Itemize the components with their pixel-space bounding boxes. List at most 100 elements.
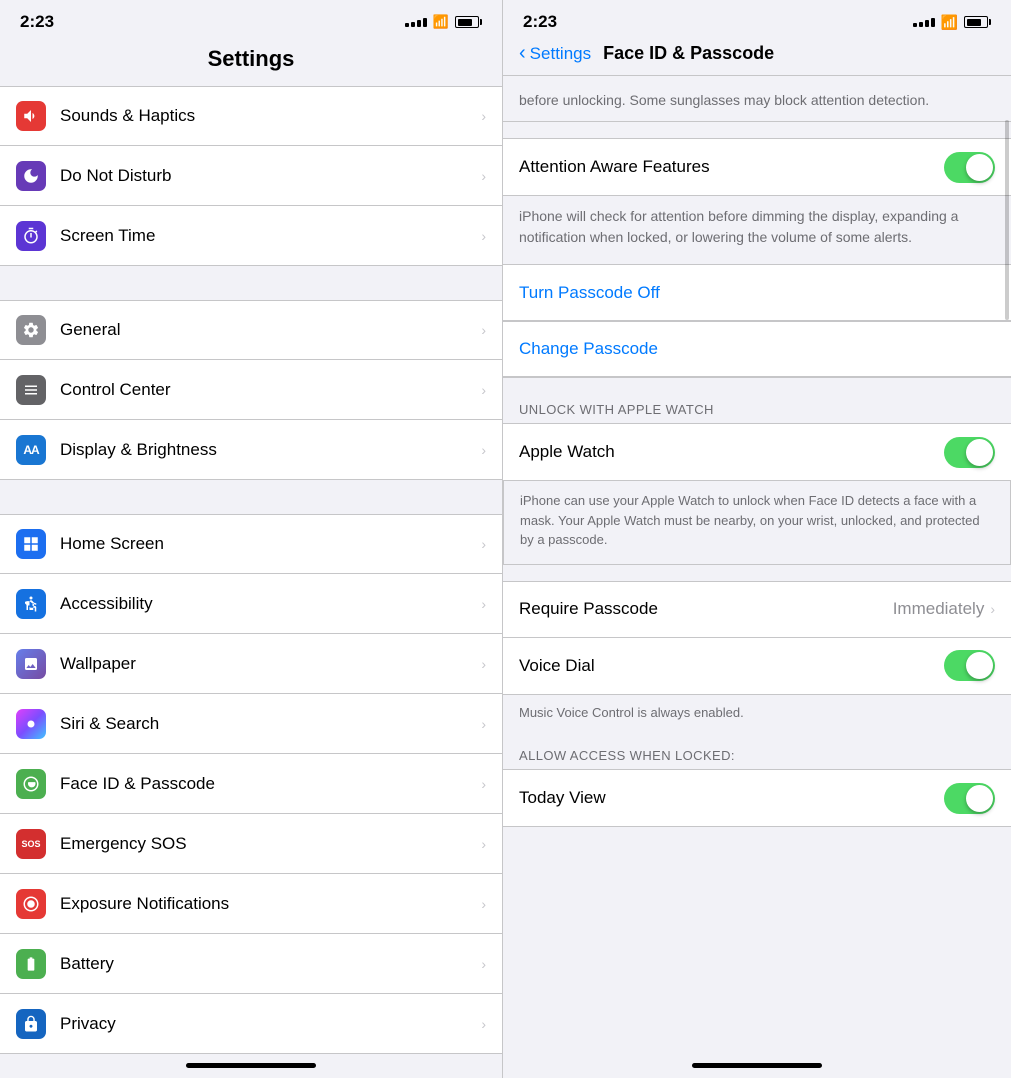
sidebar-item-screentime[interactable]: Screen Time ›	[0, 206, 502, 266]
attention-aware-toggle[interactable]	[944, 152, 995, 183]
general-chevron: ›	[481, 322, 486, 338]
sidebar-item-homescreen[interactable]: Home Screen ›	[0, 514, 502, 574]
turn-passcode-off-label: Turn Passcode Off	[519, 283, 660, 303]
apple-watch-toggle-thumb	[966, 439, 993, 466]
right-content: before unlocking. Some sunglasses may bl…	[503, 76, 1011, 1055]
gap-1	[0, 266, 502, 300]
sidebar-item-emergencysos[interactable]: SOS Emergency SOS ›	[0, 814, 502, 874]
sidebar-item-battery[interactable]: Battery ›	[0, 934, 502, 994]
sidebar-item-sounds[interactable]: Sounds & Haptics ›	[0, 86, 502, 146]
sidebar-item-accessibility[interactable]: Accessibility ›	[0, 574, 502, 634]
gap-2	[0, 480, 502, 514]
right-nav: ‹ Settings Face ID & Passcode	[503, 38, 1011, 76]
change-passcode-row[interactable]: Change Passcode	[503, 321, 1011, 377]
controlcenter-label: Control Center	[60, 380, 477, 400]
settings-section-3: Home Screen › Accessibility › Wallpaper …	[0, 514, 502, 1054]
controlcenter-icon	[16, 375, 46, 405]
battery-status-icon	[455, 16, 482, 28]
right-status-icons: 📶	[913, 14, 991, 31]
siri-icon	[16, 709, 46, 739]
sidebar-item-general[interactable]: General ›	[0, 300, 502, 360]
right-wifi-icon: 📶	[941, 14, 958, 31]
sounds-icon	[16, 101, 46, 131]
left-home-indicator	[186, 1063, 316, 1068]
dnd-label: Do Not Disturb	[60, 166, 477, 186]
back-chevron-icon: ‹	[519, 42, 526, 65]
faceid-chevron: ›	[481, 776, 486, 792]
voice-dial-toggle-thumb	[966, 652, 993, 679]
require-passcode-value: Immediately	[893, 599, 985, 619]
controlcenter-chevron: ›	[481, 382, 486, 398]
today-view-toggle[interactable]	[944, 783, 995, 814]
require-passcode-chevron: ›	[990, 601, 995, 617]
right-status-bar: 2:23 📶	[503, 0, 1011, 38]
screentime-icon	[16, 221, 46, 251]
right-panel: 2:23 📶 ‹ Settings Face ID & Passcode	[502, 0, 1011, 1078]
screentime-chevron: ›	[481, 228, 486, 244]
passcode-section: Turn Passcode Off Change Passcode	[503, 264, 1011, 378]
attention-aware-label: Attention Aware Features	[519, 157, 944, 177]
wifi-icon: 📶	[433, 14, 449, 30]
turn-passcode-off-row[interactable]: Turn Passcode Off	[503, 265, 1011, 321]
require-passcode-row[interactable]: Require Passcode Immediately ›	[503, 582, 1011, 638]
apple-watch-toggle[interactable]	[944, 437, 995, 468]
faceid-icon	[16, 769, 46, 799]
signal-icon	[405, 18, 427, 27]
apple-watch-desc: iPhone can use your Apple Watch to unloc…	[503, 481, 1011, 565]
sidebar-item-faceid[interactable]: Face ID & Passcode ›	[0, 754, 502, 814]
accessibility-icon	[16, 589, 46, 619]
sounds-label: Sounds & Haptics	[60, 106, 477, 126]
faceid-label: Face ID & Passcode	[60, 774, 477, 794]
battery-chevron: ›	[481, 956, 486, 972]
homescreen-icon	[16, 529, 46, 559]
passcode-options-section: Require Passcode Immediately › Voice Dia…	[503, 581, 1011, 695]
homescreen-label: Home Screen	[60, 534, 477, 554]
today-view-row: Today View	[503, 770, 1011, 826]
right-battery-icon	[964, 16, 991, 28]
require-passcode-label: Require Passcode	[519, 599, 893, 619]
accessibility-chevron: ›	[481, 596, 486, 612]
sounds-chevron: ›	[481, 108, 486, 124]
settings-section-2: General › Control Center › AA Display & …	[0, 300, 502, 480]
homescreen-chevron: ›	[481, 536, 486, 552]
back-button[interactable]: ‹ Settings	[519, 42, 591, 65]
dnd-icon	[16, 161, 46, 191]
sidebar-item-donotdisturb[interactable]: Do Not Disturb ›	[0, 146, 502, 206]
right-time: 2:23	[523, 12, 557, 32]
sidebar-item-exposure[interactable]: Exposure Notifications ›	[0, 874, 502, 934]
voice-dial-toggle[interactable]	[944, 650, 995, 681]
sidebar-item-privacy[interactable]: Privacy ›	[0, 994, 502, 1054]
sidebar-item-display[interactable]: AA Display & Brightness ›	[0, 420, 502, 480]
change-passcode-label: Change Passcode	[519, 339, 658, 359]
privacy-icon	[16, 1009, 46, 1039]
right-scrollbar	[1005, 120, 1009, 320]
privacy-chevron: ›	[481, 1016, 486, 1032]
toggle-thumb	[966, 154, 993, 181]
voice-dial-row: Voice Dial	[503, 638, 1011, 694]
accessibility-label: Accessibility	[60, 594, 477, 614]
screentime-label: Screen Time	[60, 226, 477, 246]
left-status-icons: 📶	[405, 14, 482, 30]
sidebar-item-siri[interactable]: Siri & Search ›	[0, 694, 502, 754]
wallpaper-icon	[16, 649, 46, 679]
sos-chevron: ›	[481, 836, 486, 852]
apple-watch-label: Apple Watch	[519, 442, 944, 462]
apple-watch-section: Apple Watch	[503, 423, 1011, 481]
back-label: Settings	[530, 44, 591, 64]
general-label: General	[60, 320, 477, 340]
exposure-icon	[16, 889, 46, 919]
settings-section-1: Sounds & Haptics › Do Not Disturb › Scre…	[0, 86, 502, 266]
apple-watch-row: Apple Watch	[503, 424, 1011, 480]
attention-aware-desc: iPhone will check for attention before d…	[503, 196, 1011, 264]
battery-label: Battery	[60, 954, 477, 974]
today-view-label: Today View	[519, 788, 944, 808]
sidebar-item-controlcenter[interactable]: Control Center ›	[0, 360, 502, 420]
voice-dial-subtext: Music Voice Control is always enabled.	[503, 695, 1011, 737]
allow-access-section: Today View	[503, 769, 1011, 827]
exposure-label: Exposure Notifications	[60, 894, 477, 914]
sidebar-item-wallpaper[interactable]: Wallpaper ›	[0, 634, 502, 694]
sos-label: Emergency SOS	[60, 834, 477, 854]
left-panel: 2:23 📶 Settings	[0, 0, 502, 1078]
left-time: 2:23	[20, 12, 54, 32]
privacy-label: Privacy	[60, 1014, 477, 1034]
